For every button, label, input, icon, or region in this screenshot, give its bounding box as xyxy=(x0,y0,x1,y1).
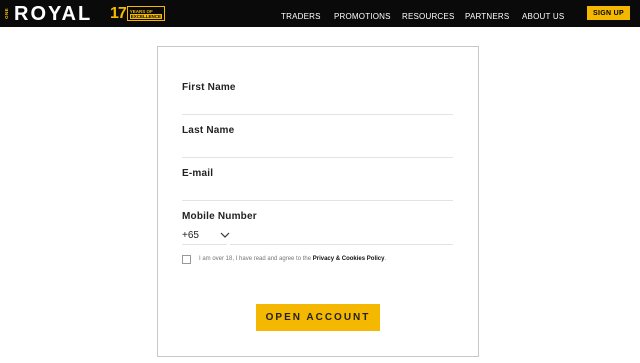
first-name-field[interactable]: First Name xyxy=(182,82,453,115)
last-name-label: Last Name xyxy=(182,125,235,136)
chevron-down-icon[interactable] xyxy=(220,230,230,240)
email-field[interactable]: E-mail xyxy=(182,168,453,201)
mobile-number-input[interactable] xyxy=(230,244,453,245)
badge-line2: EXCELLENCE xyxy=(129,13,163,19)
mobile-number-label: Mobile Number xyxy=(182,211,257,222)
open-account-form: First Name Last Name E-mail Mobile Numbe… xyxy=(157,46,479,357)
years-of-excellence-badge: 17 YEARS OF EXCELLENCE xyxy=(110,5,166,22)
nav-promotions[interactable]: PROMOTIONS xyxy=(334,12,391,21)
badge-text: YEARS OF EXCELLENCE xyxy=(126,6,166,21)
first-name-underline xyxy=(182,114,453,115)
consent-row: I am over 18, I have read and agree to t… xyxy=(182,254,386,264)
open-account-button[interactable]: OPEN ACCOUNT xyxy=(256,304,380,331)
first-name-label: First Name xyxy=(182,82,236,93)
nav-resources[interactable]: RESOURCES xyxy=(402,12,454,21)
nav-partners[interactable]: PARTNERS xyxy=(465,12,509,21)
country-code-underline xyxy=(182,244,227,245)
top-navigation-bar: ONE ROYAL 17 YEARS OF EXCELLENCE TRADERS… xyxy=(0,0,640,27)
consent-text: I am over 18, I have read and agree to t… xyxy=(199,256,386,262)
last-name-field[interactable]: Last Name xyxy=(182,125,453,158)
email-label: E-mail xyxy=(182,168,214,179)
sign-up-button[interactable]: SIGN UP xyxy=(587,6,630,20)
nav-about-us[interactable]: ABOUT US xyxy=(522,12,564,21)
logo-wordmark: ROYAL xyxy=(14,3,93,25)
consent-checkbox[interactable] xyxy=(182,254,191,264)
phone-input-row: +65 xyxy=(182,230,453,245)
mobile-number-field: Mobile Number xyxy=(182,211,453,222)
last-name-underline xyxy=(182,157,453,158)
country-code-select[interactable]: +65 xyxy=(182,230,199,241)
logo-prefix: ONE xyxy=(4,8,9,19)
consent-prefix: I am over 18, I have read and agree to t… xyxy=(199,256,313,262)
email-underline xyxy=(182,200,453,201)
privacy-policy-link[interactable]: Privacy & Cookies Policy xyxy=(313,256,385,262)
badge-number: 17 xyxy=(110,5,127,22)
consent-suffix: . xyxy=(384,256,387,262)
nav-traders[interactable]: TRADERS xyxy=(281,12,321,21)
